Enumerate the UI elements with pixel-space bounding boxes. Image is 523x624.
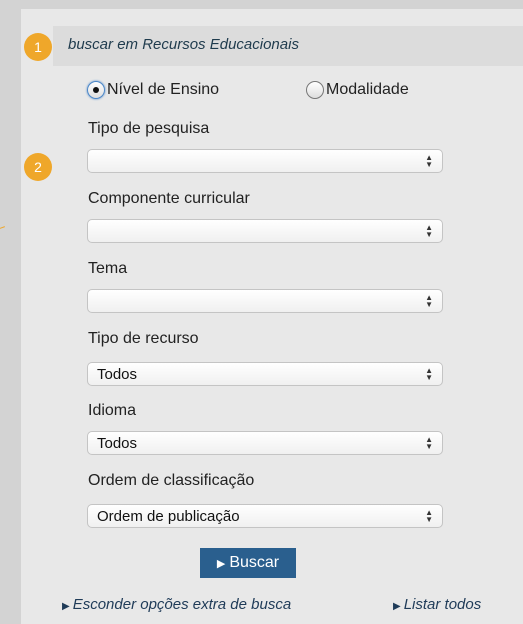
select-value: Todos [97,365,138,383]
select-ordem-de-classificacao[interactable]: Ordem de publicação ▲ ▼ [87,504,443,528]
select-idioma[interactable]: Todos ▲ ▼ [87,431,443,455]
panel-title: buscar em Recursos Educacionais [68,36,299,53]
updown-chevron-icon: ▲ ▼ [425,293,433,309]
radio-modalidade[interactable]: Modalidade [306,81,409,99]
play-triangle-icon: ▶ [393,601,401,612]
updown-chevron-icon: ▲ ▼ [425,366,433,382]
radio-checked-icon[interactable] [87,81,105,99]
field-label-ordem-de-classificacao: Ordem de classificação [88,472,255,489]
list-all-link[interactable]: ▶ Listar todos [393,596,481,613]
hide-extra-options-link[interactable]: ▶ Esconder opções extra de busca [62,596,291,613]
updown-chevron-icon: ▲ ▼ [425,153,433,169]
link-label: Listar todos [403,596,482,613]
annotation-marker-2: 2 [24,153,52,181]
field-label-tipo-de-recurso: Tipo de recurso [88,330,199,347]
callout-arrow-icon [0,226,8,235]
annotation-marker-1: 1 [24,33,52,61]
field-label-tema: Tema [88,260,128,277]
play-triangle-icon: ▶ [216,557,226,570]
radio-nivel-de-ensino[interactable]: Nível de Ensino [87,81,219,99]
updown-chevron-icon: ▲ ▼ [425,223,433,239]
select-tipo-de-pesquisa[interactable]: ▲ ▼ [87,149,443,173]
field-label-idioma: Idioma [88,402,137,419]
field-label-tipo-de-pesquisa: Tipo de pesquisa [88,120,210,137]
updown-chevron-icon: ▲ ▼ [425,435,433,451]
select-value: Todos [97,434,138,452]
link-label: Esconder opções extra de busca [72,596,292,613]
play-triangle-icon: ▶ [62,601,70,612]
select-componente-curricular[interactable]: ▲ ▼ [87,219,443,243]
select-value: Ordem de publicação [97,507,240,525]
radio-label: Modalidade [326,81,409,98]
select-tema[interactable]: ▲ ▼ [87,289,443,313]
search-button[interactable]: ▶ Buscar [200,548,296,578]
search-button-label: Buscar [229,554,280,571]
field-label-componente-curricular: Componente curricular [88,190,250,207]
radio-label: Nível de Ensino [107,81,220,98]
radio-unchecked-icon[interactable] [306,81,324,99]
select-tipo-de-recurso[interactable]: Todos ▲ ▼ [87,362,443,386]
search-panel [21,9,523,624]
updown-chevron-icon: ▲ ▼ [425,508,433,524]
